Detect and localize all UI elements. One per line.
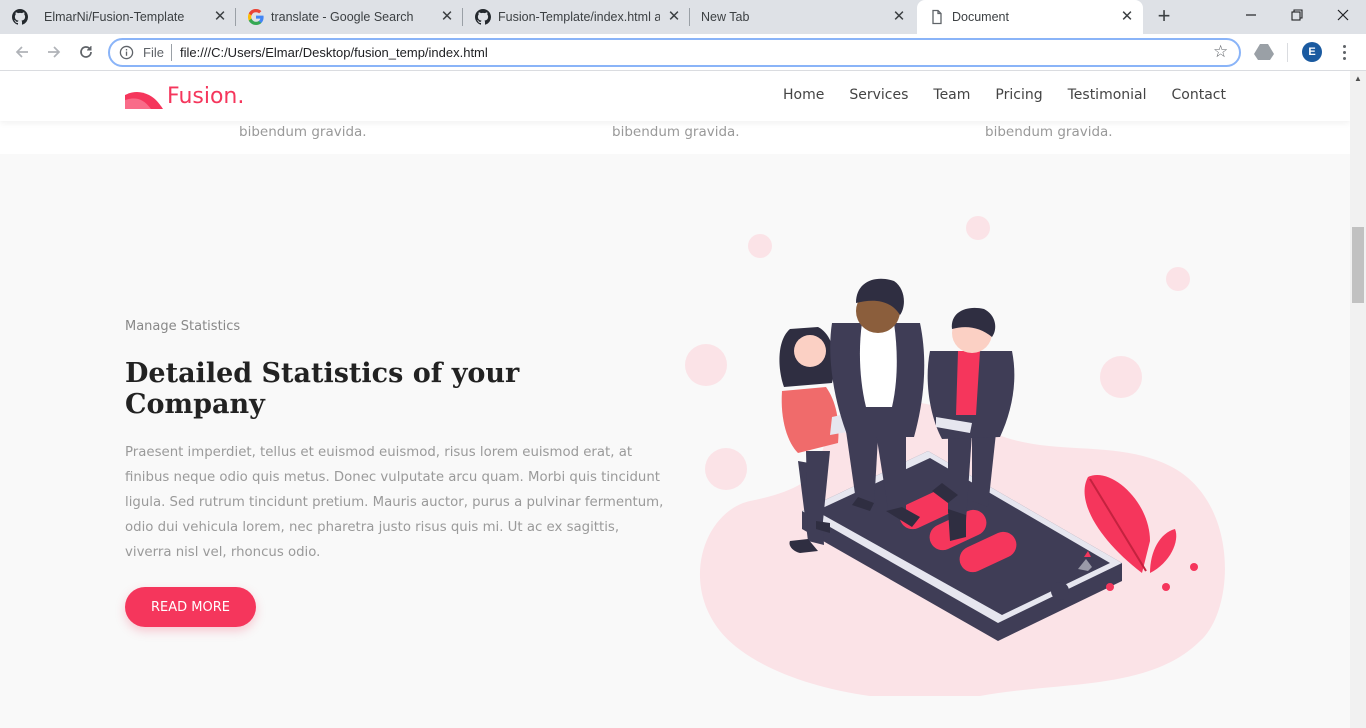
close-tab-icon[interactable]: ✕	[666, 9, 682, 25]
scroll-up-icon[interactable]: ▲	[1354, 75, 1362, 83]
forward-button[interactable]	[40, 38, 68, 66]
arrow-left-icon	[15, 46, 28, 58]
toolbar-separator	[1287, 43, 1288, 62]
page-scrollbar[interactable]: ▲	[1350, 71, 1366, 728]
deco-circle	[748, 234, 772, 258]
address-scheme: File	[143, 45, 164, 60]
document-icon	[932, 9, 942, 25]
profile-avatar[interactable]: E	[1302, 42, 1322, 62]
deco-circle	[1166, 267, 1190, 291]
info-icon[interactable]	[119, 45, 134, 60]
google-icon	[248, 9, 264, 25]
reload-icon	[80, 46, 92, 58]
deco-circle	[1100, 356, 1142, 398]
github-icon	[12, 9, 28, 25]
tab-github-repo[interactable]: ElmarNi/Fusion-Template ✕	[0, 0, 236, 34]
features-section-tail: bibendum gravida. bibendum gravida. bibe…	[0, 121, 1350, 154]
feature-text-tail: bibendum gravida.	[985, 124, 1113, 140]
arrow-right-icon	[48, 46, 61, 58]
deco-circle	[705, 448, 747, 490]
back-button[interactable]	[8, 38, 36, 66]
tab-strip: ElmarNi/Fusion-Template ✕ translate - Go…	[0, 0, 1366, 34]
close-tab-icon[interactable]: ✕	[212, 9, 228, 25]
tab-github-file[interactable]: Fusion-Template/index.html at ✕	[463, 0, 690, 34]
minimize-button[interactable]	[1228, 0, 1274, 30]
brand-logo[interactable]: Fusion.	[125, 82, 244, 110]
tab-new-tab[interactable]: New Tab ✕	[690, 0, 917, 34]
close-icon	[1337, 9, 1349, 21]
tab-title: Fusion-Template/index.html at	[498, 10, 660, 24]
page-viewport: Fusion. Home Services Team Pricing Testi…	[0, 71, 1350, 728]
google-drive-icon[interactable]	[1254, 43, 1274, 61]
address-divider	[171, 44, 172, 61]
scrollbar-thumb[interactable]	[1352, 227, 1364, 303]
logo-wave-icon	[125, 92, 163, 109]
main-nav: Home Services Team Pricing Testimonial C…	[783, 87, 1226, 103]
section-heading: Detailed Statistics of your Company	[125, 358, 520, 420]
bookmark-star-icon[interactable]: ☆	[1213, 43, 1231, 61]
minimize-icon	[1246, 14, 1256, 16]
browser-menu-button[interactable]	[1336, 42, 1352, 62]
tab-title: ElmarNi/Fusion-Template	[44, 10, 185, 24]
nav-team[interactable]: Team	[933, 87, 970, 103]
site-header: Fusion. Home Services Team Pricing Testi…	[0, 71, 1350, 121]
team-with-phone-illustration	[685, 216, 1225, 696]
section-body: Praesent imperdiet, tellus et euismod eu…	[125, 445, 664, 560]
restore-icon	[1291, 9, 1303, 21]
tab-document[interactable]: Document ✕	[917, 0, 1143, 34]
read-more-button[interactable]: READ MORE	[125, 587, 256, 627]
close-tab-icon[interactable]: ✕	[891, 9, 907, 25]
tab-title: New Tab	[701, 10, 750, 24]
new-tab-button[interactable]: +	[1152, 5, 1176, 29]
nav-pricing[interactable]: Pricing	[995, 87, 1042, 103]
browser-toolbar: File file:///C:/Users/Elmar/Desktop/fusi…	[0, 34, 1366, 71]
deco-circle	[685, 344, 727, 386]
restore-button[interactable]	[1274, 0, 1320, 30]
address-bar[interactable]: File file:///C:/Users/Elmar/Desktop/fusi…	[108, 38, 1241, 67]
address-url[interactable]: file:///C:/Users/Elmar/Desktop/fusion_te…	[180, 45, 488, 60]
brand-name: Fusion.	[167, 83, 245, 109]
tab-title: translate - Google Search	[271, 10, 414, 24]
nav-contact[interactable]: Contact	[1172, 87, 1226, 103]
github-icon	[475, 9, 491, 25]
reload-button[interactable]	[72, 38, 100, 66]
nav-home[interactable]: Home	[783, 87, 824, 103]
section-eyebrow: Manage Statistics	[125, 319, 241, 334]
close-tab-icon[interactable]: ✕	[439, 9, 455, 25]
nav-services[interactable]: Services	[849, 87, 908, 103]
feature-text-tail: bibendum gravida.	[239, 124, 367, 140]
tab-title: Document	[952, 10, 1009, 24]
feature-text-tail: bibendum gravida.	[612, 124, 740, 140]
deco-circle	[966, 216, 990, 240]
nav-testimonial[interactable]: Testimonial	[1068, 87, 1147, 103]
close-tab-icon[interactable]: ✕	[1119, 9, 1135, 25]
close-window-button[interactable]	[1320, 0, 1366, 30]
tab-google-search[interactable]: translate - Google Search ✕	[236, 0, 463, 34]
